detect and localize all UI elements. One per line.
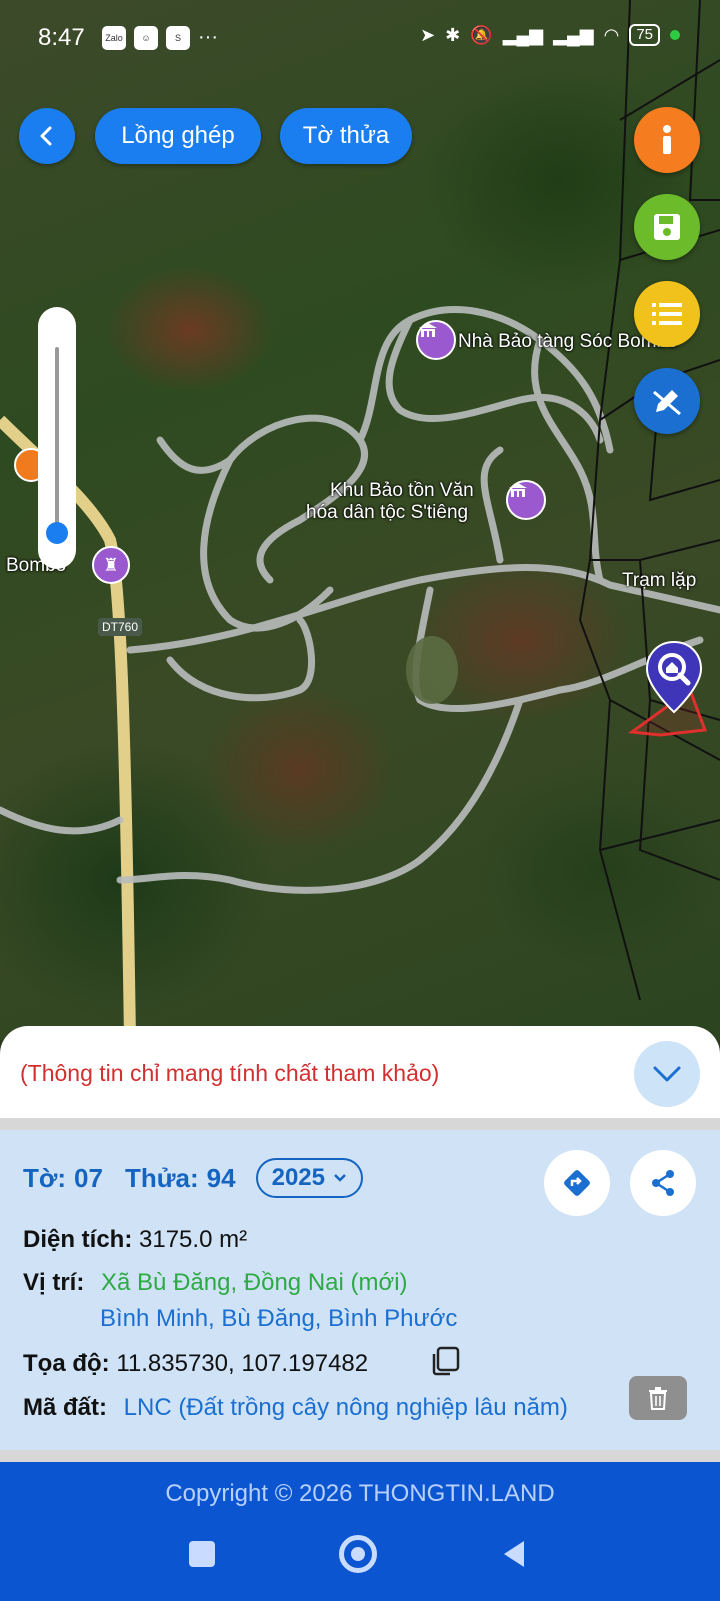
copyright-text: Copyright © 2026 THONGTIN.LAND <box>165 1480 555 1507</box>
parcel-number-value: 94 <box>206 1162 236 1193</box>
year-select[interactable]: 2025 <box>255 1158 363 1198</box>
poi-label-conservation-2: hóa dân tộc S'tiêng <box>306 502 469 523</box>
back-arrow-icon <box>40 126 52 146</box>
road-label-dt760: DT760 <box>98 618 143 636</box>
sheet-number-value: 07 <box>74 1162 103 1193</box>
location-old-row: Bình Minh, Bù Đăng, Bình Phước <box>100 1305 457 1333</box>
parcel-id-row: Tờ: 07 Thửa: 94 2025 <box>23 1158 363 1198</box>
list-icon <box>652 303 682 325</box>
home-button[interactable] <box>328 1524 388 1584</box>
info-button[interactable] <box>634 107 700 173</box>
directions-button[interactable] <box>544 1150 610 1216</box>
land-code-label: Mã đất: <box>23 1394 107 1421</box>
coords-value: 11.835730, 107.197482 <box>116 1350 369 1377</box>
museum-marker-icon[interactable] <box>416 320 456 360</box>
recents-button[interactable] <box>172 1524 232 1584</box>
signal-icon: ▂▄▆ <box>502 24 544 45</box>
chevron-down-icon <box>653 1066 681 1082</box>
divider <box>0 1118 720 1130</box>
area-row: Diện tích: 3175.0 m² <box>23 1226 247 1254</box>
battery-indicator: 75 <box>629 24 660 46</box>
save-button[interactable] <box>634 194 700 260</box>
back-button[interactable] <box>19 108 75 164</box>
zoom-knob[interactable] <box>46 522 68 544</box>
status-bar: 8:47 Zalo ☺ S ··· ➤ ✱ 🔕 ▂▄▆ ▂▄▆ ◠ 75 <box>0 0 720 80</box>
parcel-number-label: Thửa: <box>124 1162 199 1193</box>
status-system-icons: ➤ ✱ 🔕 ▂▄▆ ▂▄▆ ◠ 75 <box>420 24 680 46</box>
copy-coords-button[interactable] <box>428 1344 464 1380</box>
disclaimer-text: (Thông tin chỉ mang tính chất tham khảo) <box>20 1060 440 1086</box>
edit-pencil-icon <box>653 390 681 416</box>
poi-label-conservation-1: Khu Bảo tồn Văn <box>330 480 474 501</box>
location-new: Xã Bù Đăng, Đồng Nai (mới) <box>101 1269 408 1296</box>
conservation-marker-icon[interactable] <box>506 480 546 520</box>
info-icon <box>663 125 671 154</box>
bluetooth-icon: ✱ <box>445 24 461 45</box>
year-value: 2025 <box>271 1164 325 1191</box>
area-label: Diện tích: <box>23 1226 133 1253</box>
disclaimer-bar: (Thông tin chỉ mang tính chất tham khảo) <box>0 1026 720 1118</box>
location-label: Vị trí: <box>23 1269 85 1296</box>
area-value: 3175.0 m² <box>139 1226 248 1253</box>
status-time: 8:47 <box>38 24 85 51</box>
share-button[interactable] <box>630 1150 696 1216</box>
signal-2-icon: ▂▄▆ <box>553 24 594 45</box>
collapse-button[interactable] <box>634 1041 700 1107</box>
delete-button[interactable] <box>629 1376 687 1420</box>
search-location-pin-icon[interactable] <box>645 640 703 714</box>
parcel-info-panel: Tờ: 07 Thửa: 94 2025 Diện tích: 3175.0 m… <box>0 1130 720 1450</box>
home-circle-icon <box>339 1535 377 1573</box>
more-notifications-icon: ··· <box>198 26 218 48</box>
wifi-icon: ◠ <box>603 24 620 45</box>
copy-icon <box>432 1346 460 1376</box>
square-icon <box>189 1541 215 1567</box>
edit-button[interactable] <box>634 368 700 434</box>
save-icon <box>654 214 680 240</box>
zoom-track <box>55 347 59 537</box>
location-icon: ➤ <box>420 24 436 45</box>
land-code-row: Mã đất: LNC (Đất trồng cây nông nghiệp l… <box>23 1394 568 1422</box>
share-icon <box>652 1170 674 1196</box>
active-dot-icon <box>670 30 680 40</box>
back-nav-button[interactable] <box>484 1524 544 1584</box>
directions-icon <box>564 1170 590 1196</box>
location-row: Vị trí: Xã Bù Đăng, Đồng Nai (mới) <box>23 1269 408 1297</box>
footer: Copyright © 2026 THONGTIN.LAND <box>0 1462 720 1601</box>
chess-marker-icon[interactable]: ♜ <box>92 546 130 584</box>
sheet-number-label: Tờ: <box>23 1162 67 1193</box>
parcel-sheet-button[interactable]: Tờ thửa <box>280 108 412 164</box>
land-code-value: LNC (Đất trồng cây nông nghiệp lâu năm) <box>123 1394 568 1421</box>
list-button[interactable] <box>634 281 700 347</box>
smile-icon: ☺ <box>134 26 158 50</box>
trash-icon <box>649 1387 667 1410</box>
chevron-down-icon <box>334 1174 346 1182</box>
divider <box>0 1450 720 1462</box>
mute-icon: 🔕 <box>470 24 493 45</box>
coords-label: Tọa độ: <box>23 1350 110 1377</box>
shopee-icon: S <box>166 26 190 50</box>
poi-label-relay-station: Trạm lặp <box>622 570 697 591</box>
coords-row: Tọa độ: 11.835730, 107.197482 <box>23 1350 368 1378</box>
location-old: Bình Minh, Bù Đăng, Bình Phước <box>100 1305 458 1332</box>
zoom-slider[interactable] <box>38 307 76 569</box>
overlay-button[interactable]: Lồng ghép <box>95 108 261 164</box>
zalo-icon: Zalo <box>102 26 126 50</box>
status-notification-icons: Zalo ☺ S ··· <box>102 26 218 50</box>
info-bottom-sheet: (Thông tin chỉ mang tính chất tham khảo)… <box>0 1026 720 1601</box>
triangle-back-icon <box>504 1541 524 1567</box>
